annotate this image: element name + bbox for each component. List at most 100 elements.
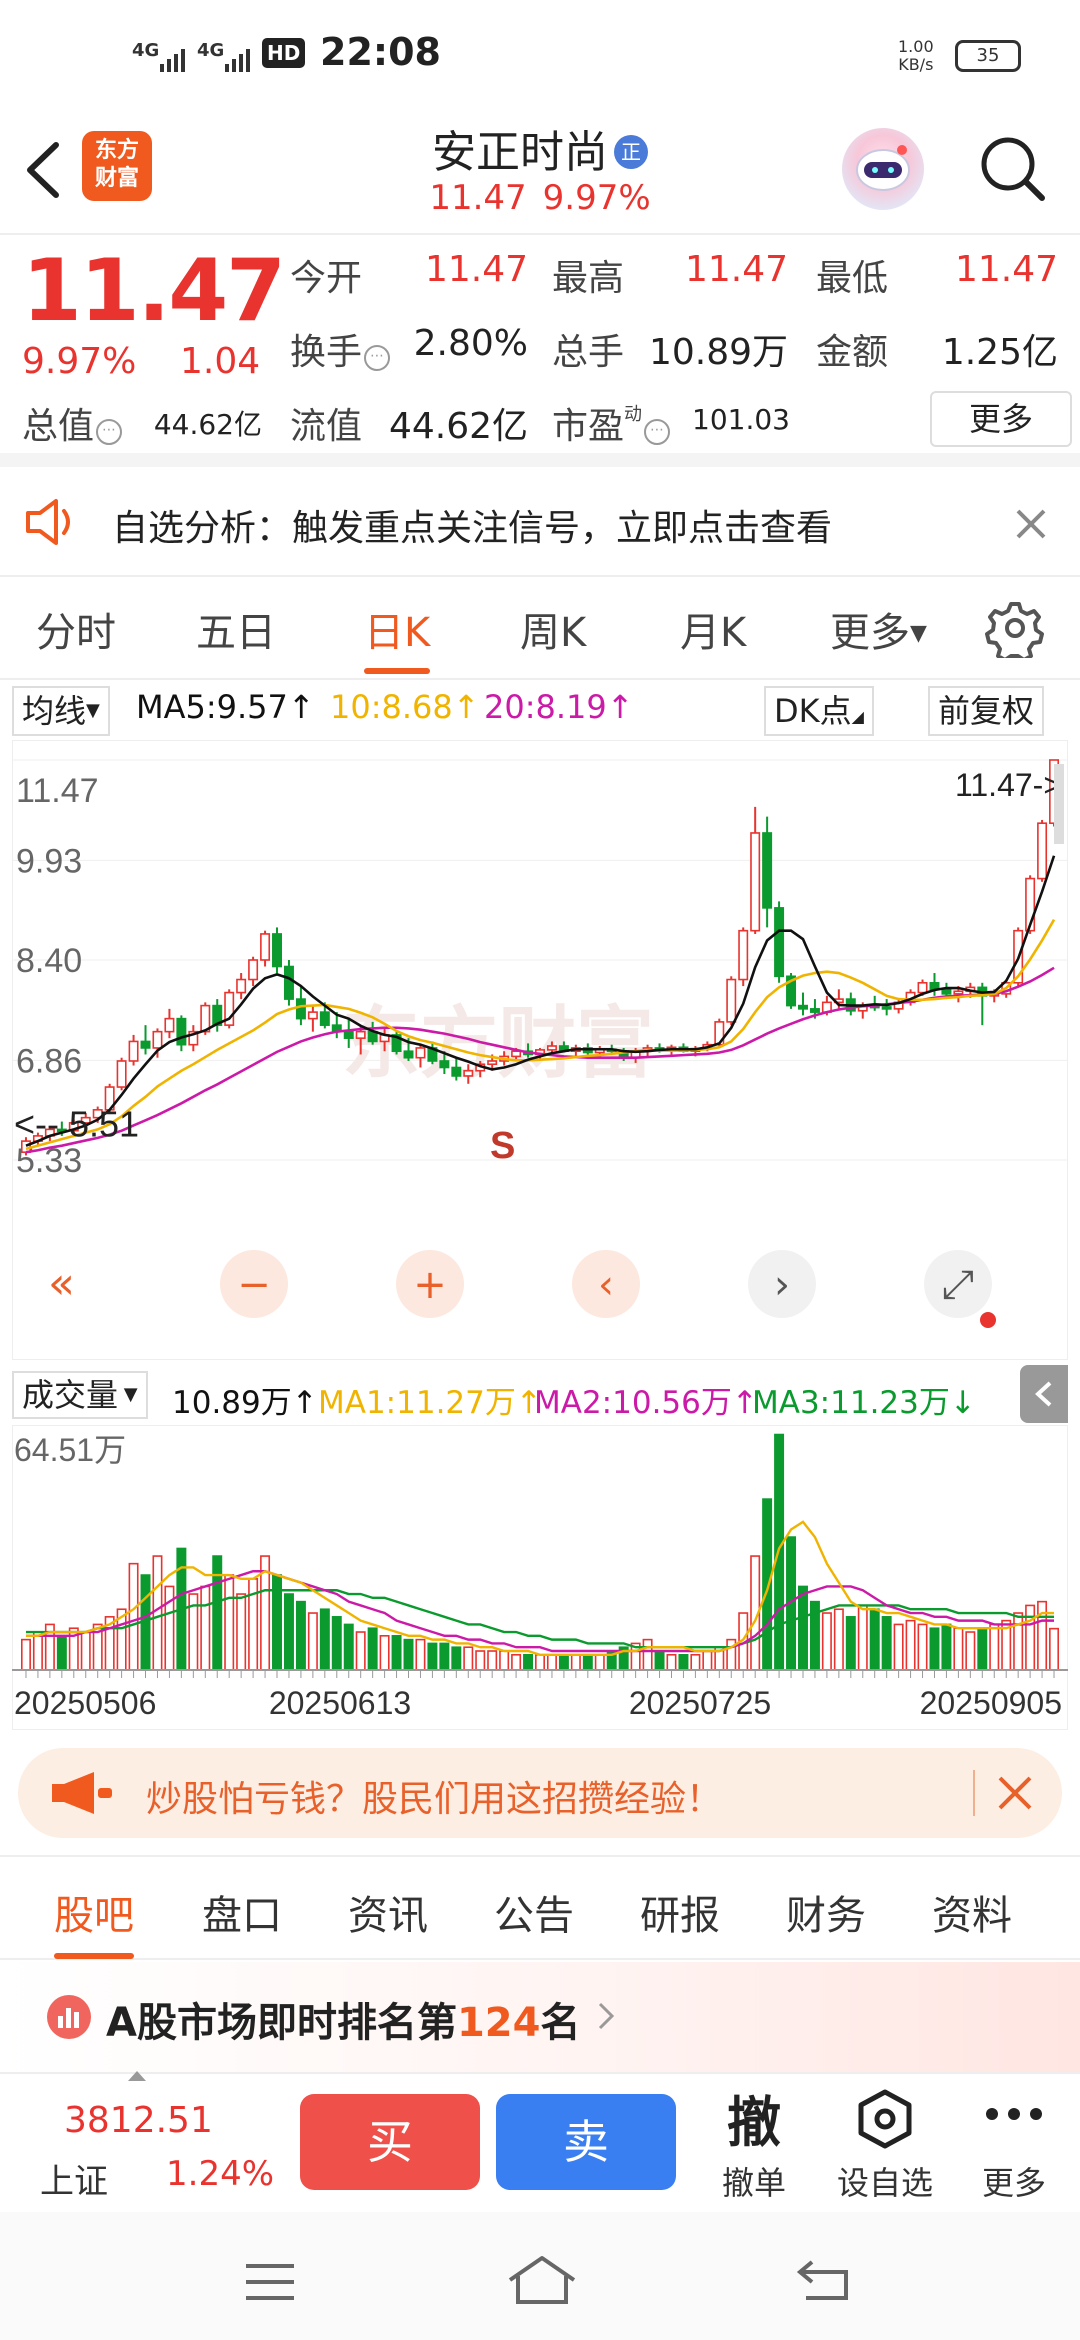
- tab-research[interactable]: 研报: [640, 1883, 720, 1941]
- zoom-out-icon[interactable]: −: [220, 1250, 288, 1318]
- candle-body: [283, 965, 294, 1000]
- volume-bar: [905, 1619, 916, 1671]
- tab-five-day[interactable]: 五日: [196, 600, 276, 658]
- candle-body: [307, 1011, 318, 1020]
- header-price: 11.47: [429, 178, 527, 218]
- trade-action-bar: 3812.51 上证 1.24% 买 卖 撤 撤单 设自选 更多: [0, 2071, 1080, 2212]
- market-rank-row[interactable]: A股市场即时排名第124名: [0, 1962, 1080, 2072]
- volume-bar: [355, 1631, 366, 1671]
- volume-bar: [666, 1654, 677, 1671]
- promo-banner[interactable]: 炒股怕亏钱？股民们用这招攒经验！: [18, 1748, 1062, 1838]
- pe-label[interactable]: 市盈动⋯: [552, 397, 671, 449]
- robot-assistant-icon[interactable]: [842, 128, 924, 210]
- candle-body: [917, 982, 928, 994]
- volume-chart[interactable]: 64.51万 20250506 20250613 20250725 20250905: [12, 1425, 1068, 1730]
- high-label: 最高: [552, 258, 625, 299]
- kline-y-tick: 8.40: [16, 942, 82, 980]
- more-label[interactable]: 更多: [966, 2158, 1062, 2204]
- chart-period-tabs: 分时 五日 日K 周K 月K 更多▼: [0, 580, 1080, 680]
- search-icon[interactable]: [972, 128, 1052, 208]
- zoom-out-icon-glyph: −: [237, 1262, 271, 1308]
- tab-guba[interactable]: 股吧: [54, 1883, 134, 1959]
- volume-bar: [941, 1623, 952, 1671]
- close-icon[interactable]: [996, 1774, 1034, 1816]
- change-percent: 9.97%: [22, 341, 137, 382]
- volume-x-tick: 20250725: [629, 1685, 771, 1721]
- promo-text: 炒股怕亏钱？股民们用这招攒经验！: [146, 1779, 723, 1820]
- volume-bar: [833, 1608, 844, 1671]
- more-dots-icon[interactable]: [984, 2104, 1044, 2128]
- divider: [973, 1770, 975, 1816]
- index-percent: 1.24%: [166, 2154, 275, 2194]
- zoom-in-icon[interactable]: +: [396, 1250, 464, 1318]
- volume-bar: [391, 1635, 402, 1671]
- cancel-order-icon[interactable]: 撤: [714, 2078, 794, 2157]
- sell-button[interactable]: 卖: [496, 2094, 676, 2190]
- volume-bar: [415, 1638, 426, 1671]
- volume-bar: [654, 1650, 665, 1671]
- volume-indicator-select[interactable]: 成交量 ▼: [12, 1371, 148, 1419]
- vol-ma1-value: MA1:11.27万↑: [318, 1385, 542, 1421]
- caret-up-icon[interactable]: [126, 2068, 148, 2087]
- ma10-value: 10:8.68↑: [330, 688, 480, 726]
- tab-intraday[interactable]: 分时: [36, 600, 116, 658]
- turnover-label[interactable]: 换手 ⋯: [290, 323, 391, 375]
- tab-weekly-k[interactable]: 周K: [520, 600, 586, 658]
- info-icon[interactable]: ⋯: [364, 345, 391, 371]
- volume-x-tick: 20250506: [14, 1685, 156, 1721]
- back-icon[interactable]: [794, 2256, 854, 2308]
- volume-value: 10.89万↑: [172, 1385, 318, 1421]
- info-icon[interactable]: ⋯: [96, 419, 123, 445]
- close-icon[interactable]: [1014, 507, 1048, 545]
- gear-icon[interactable]: [985, 598, 1045, 662]
- volume-bar: [869, 1608, 880, 1671]
- tab-monthly-k[interactable]: 月K: [680, 600, 746, 658]
- amount-value: 1.25亿: [941, 332, 1058, 373]
- total-cap-label[interactable]: 总值 ⋯: [22, 397, 123, 449]
- volume-label: 总手: [552, 332, 625, 373]
- dk-point-select[interactable]: DK点◢: [764, 686, 874, 736]
- tab-finance[interactable]: 财务: [786, 1883, 866, 1941]
- add-watchlist-icon[interactable]: [854, 2088, 916, 2154]
- home-icon[interactable]: [504, 2252, 580, 2312]
- volume-bar: [283, 1593, 294, 1671]
- candle-body: [295, 998, 306, 1020]
- index-value[interactable]: 3812.51: [64, 2100, 213, 2141]
- volume-bar: [463, 1646, 474, 1671]
- volume-bar: [762, 1498, 773, 1671]
- candle-body: [248, 959, 259, 981]
- change-amount: 1.04: [180, 341, 261, 382]
- adjust-select[interactable]: 前复权: [928, 686, 1045, 736]
- volume-bar: [200, 1585, 211, 1671]
- volume-bar: [690, 1654, 701, 1671]
- candle-body: [762, 832, 773, 909]
- tab-more[interactable]: 更多▼: [830, 600, 927, 658]
- tab-order-book[interactable]: 盘口: [202, 1883, 282, 1941]
- info-icon[interactable]: ⋯: [644, 419, 671, 445]
- tab-daily-k[interactable]: 日K: [364, 600, 431, 674]
- quote-panel: 11.47 9.97% 1.04 今开 11.47 最高 11.47 最低 11…: [0, 237, 1080, 467]
- candle-body: [463, 1069, 474, 1077]
- high-value: 11.47: [684, 249, 788, 290]
- collapse-panel-button[interactable]: [1020, 1365, 1068, 1423]
- candle-body: [809, 1008, 820, 1013]
- indicator-select[interactable]: 均线▼: [12, 686, 110, 736]
- megaphone-icon: [48, 1770, 114, 1820]
- cancel-order-label[interactable]: 撤单: [708, 2158, 800, 2204]
- system-nav-bar: [0, 2212, 1080, 2340]
- tab-announcements[interactable]: 公告: [494, 1883, 574, 1941]
- analysis-notice[interactable]: 自选分析：触发重点关注信号，立即点击查看: [0, 467, 1080, 577]
- jump-start-icon: «: [48, 1258, 75, 1309]
- quote-more-button[interactable]: 更多: [930, 391, 1072, 447]
- scroll-right-icon[interactable]: ›: [748, 1250, 816, 1318]
- fullscreen-icon[interactable]: ⤢: [924, 1250, 992, 1318]
- tab-news[interactable]: 资讯: [348, 1883, 428, 1941]
- scroll-left-icon[interactable]: ‹: [572, 1250, 640, 1318]
- kline-chart[interactable]: 东方财富11.479.938.406.865.3311.47-><-- 5.51…: [12, 740, 1068, 1360]
- volume-bar: [1013, 1612, 1024, 1671]
- tab-profile[interactable]: 资料: [932, 1883, 1012, 1941]
- menu-icon[interactable]: [242, 2262, 298, 2306]
- add-watchlist-label[interactable]: 设自选: [828, 2158, 942, 2204]
- buy-button[interactable]: 买: [300, 2094, 480, 2190]
- candle-body: [128, 1040, 139, 1062]
